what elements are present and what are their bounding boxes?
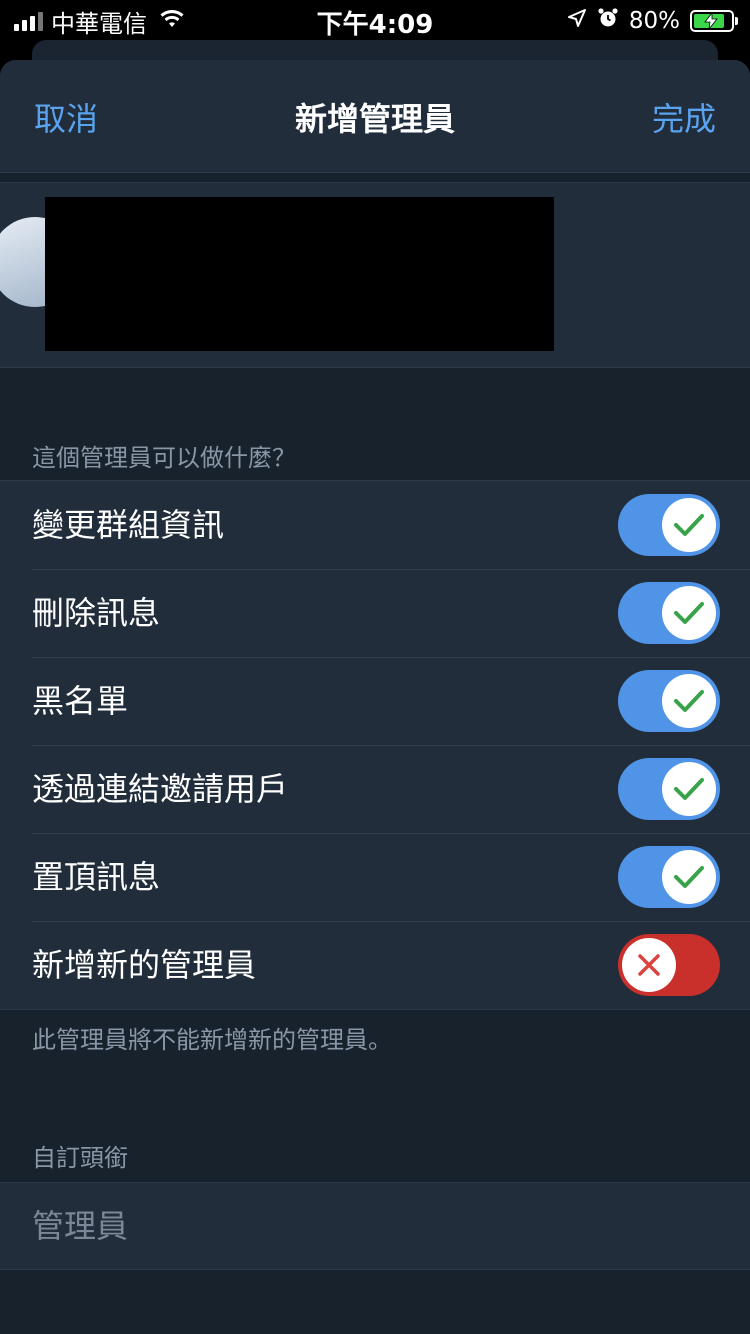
custom-title-row: 管理員 <box>0 1182 750 1270</box>
done-button[interactable]: 完成 <box>652 94 716 140</box>
user-info-section <box>0 182 750 368</box>
permission-row-delete-messages: 刪除訊息 <box>0 569 750 657</box>
delete-messages-toggle[interactable] <box>618 582 720 644</box>
battery-percentage: 80% <box>628 8 680 34</box>
location-arrow-icon <box>567 8 587 34</box>
permission-label: 置頂訊息 <box>32 858 161 896</box>
permission-label: 刪除訊息 <box>32 594 161 632</box>
permissions-header: 這個管理員可以做什麼？ <box>32 444 296 472</box>
checkmark-icon <box>674 514 704 536</box>
pin-messages-toggle[interactable] <box>618 846 720 908</box>
page-title: 新增管理員 <box>294 100 455 138</box>
cross-icon <box>638 954 660 976</box>
permissions-footer-note: 此管理員將不能新增新的管理員。 <box>32 1026 392 1054</box>
checkmark-icon <box>674 778 704 800</box>
add-admin-sheet: 取消 新增管理員 完成 這個管理員可以做什麼？ 變更群組資訊 刪除訊息 黑名單 <box>0 60 750 1334</box>
checkmark-icon <box>674 866 704 888</box>
change-group-info-toggle[interactable] <box>618 494 720 556</box>
permission-label: 透過連結邀請用戶 <box>32 770 289 808</box>
ban-users-toggle[interactable] <box>618 670 720 732</box>
redacted-user-info <box>45 197 554 351</box>
checkmark-icon <box>674 602 704 624</box>
permission-row-ban-users: 黑名單 <box>0 657 750 745</box>
permission-label: 黑名單 <box>32 682 129 720</box>
custom-title-input[interactable]: 管理員 <box>32 1183 128 1269</box>
add-admins-toggle[interactable] <box>618 934 720 996</box>
permission-row-add-admins: 新增新的管理員 <box>0 921 750 1009</box>
charging-bolt-icon <box>704 13 718 29</box>
cancel-button[interactable]: 取消 <box>34 94 98 140</box>
permissions-list: 變更群組資訊 刪除訊息 黑名單 透過連結邀請用戶 置頂訊息 新增新的管理員 <box>0 480 750 1010</box>
alarm-clock-icon <box>597 7 619 35</box>
status-bar: 中華電信 下午4:09 80% <box>0 0 750 40</box>
permission-label: 變更群組資訊 <box>32 506 225 544</box>
permission-row-invite-via-link: 透過連結邀請用戶 <box>0 745 750 833</box>
permission-row-change-info: 變更群組資訊 <box>0 481 750 569</box>
battery-icon <box>690 10 738 32</box>
navigation-bar: 取消 新增管理員 完成 <box>0 60 750 173</box>
permission-label: 新增新的管理員 <box>32 946 257 984</box>
status-bar-right: 80% <box>567 6 738 36</box>
custom-title-header: 自訂頭銜 <box>32 1144 128 1172</box>
checkmark-icon <box>674 690 704 712</box>
invite-via-link-toggle[interactable] <box>618 758 720 820</box>
permission-row-pin-messages: 置頂訊息 <box>0 833 750 921</box>
